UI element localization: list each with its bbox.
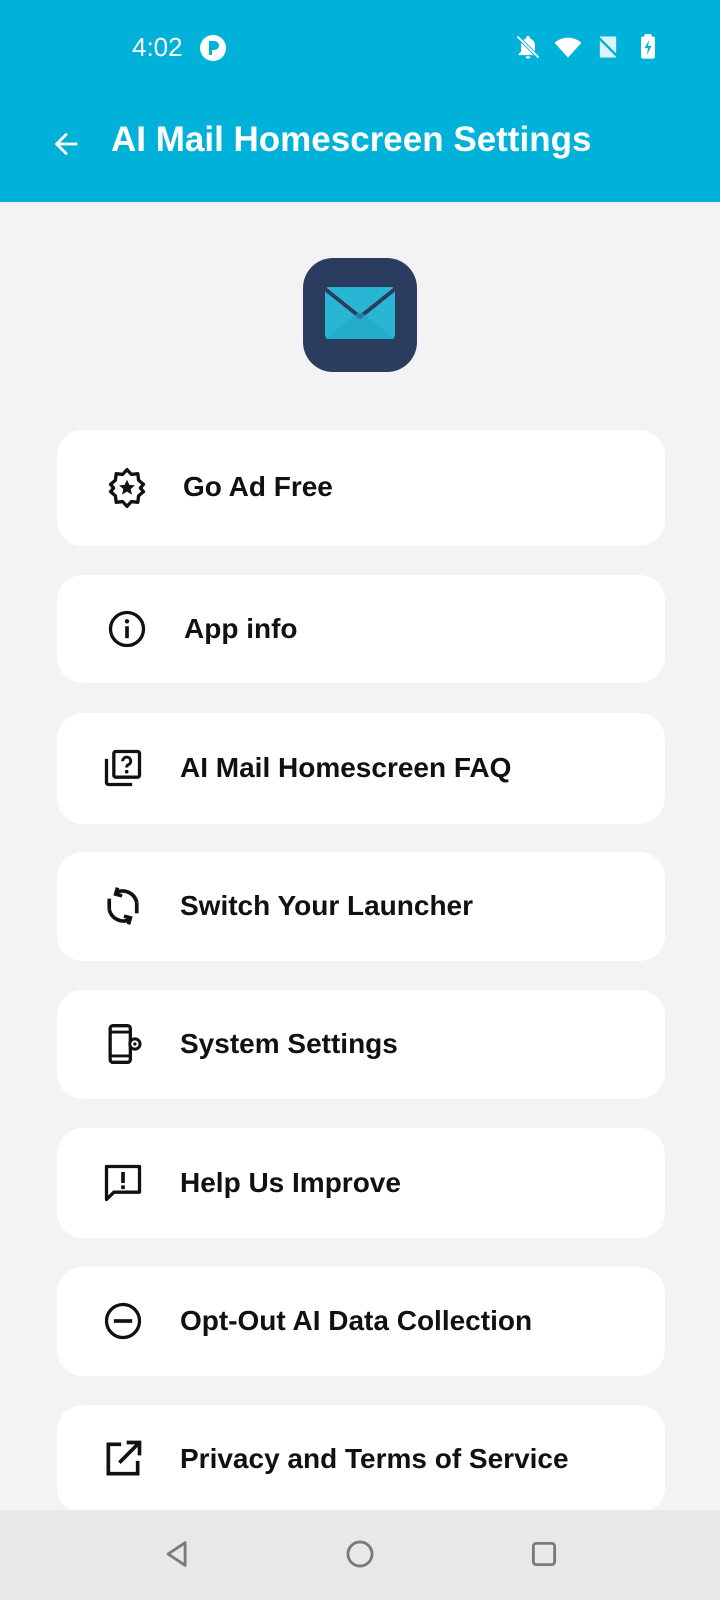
- minus-circle-icon: [99, 1297, 147, 1345]
- battery-charging-icon: [634, 33, 662, 66]
- badge-star-icon: [103, 464, 151, 512]
- menu-item-help-us-improve[interactable]: Help Us Improve: [57, 1128, 665, 1238]
- status-bar: 4:02: [0, 0, 720, 96]
- feedback-icon: [99, 1159, 147, 1207]
- sync-icon: [99, 882, 147, 930]
- notifications-muted-icon: [514, 33, 542, 66]
- menu-item-label: AI Mail Homescreen FAQ: [180, 752, 512, 783]
- open-external-icon: [99, 1435, 147, 1483]
- status-app-icon: [199, 34, 227, 62]
- back-button[interactable]: [38, 118, 94, 174]
- no-sim-icon: [594, 33, 622, 66]
- nav-back-button[interactable]: [152, 1530, 204, 1582]
- recents-nav-icon: [527, 1537, 561, 1576]
- back-nav-icon: [161, 1537, 195, 1576]
- menu-item-faq[interactable]: AI Mail Homescreen FAQ: [57, 713, 665, 824]
- menu-item-switch-launcher[interactable]: Switch Your Launcher: [57, 852, 665, 961]
- home-nav-icon: [343, 1537, 377, 1576]
- menu-item-label: Switch Your Launcher: [180, 890, 474, 921]
- phone-settings-icon: [99, 1020, 147, 1068]
- nav-recents-button[interactable]: [518, 1530, 570, 1582]
- info-icon: [103, 605, 151, 653]
- arrow-back-icon: [49, 127, 83, 166]
- nav-home-button[interactable]: [334, 1530, 386, 1582]
- toolbar: AI Mail Homescreen Settings: [0, 96, 720, 202]
- wifi-icon: [554, 33, 582, 66]
- mail-icon: [323, 286, 397, 344]
- menu-item-opt-out[interactable]: Opt-Out AI Data Collection: [57, 1267, 665, 1376]
- system-nav-bar: [0, 1510, 720, 1600]
- menu-item-go-ad-free[interactable]: Go Ad Free: [57, 430, 665, 546]
- menu-item-label: Go Ad Free: [183, 471, 333, 502]
- status-time: 4:02: [132, 32, 183, 62]
- menu-item-app-info[interactable]: App info: [57, 575, 665, 683]
- menu-item-label: App info: [184, 613, 298, 644]
- menu-item-label: System Settings: [180, 1028, 398, 1059]
- menu-item-label: Privacy and Terms of Service: [180, 1443, 569, 1474]
- page-title: AI Mail Homescreen Settings: [111, 120, 592, 159]
- menu-item-system-settings[interactable]: System Settings: [57, 990, 665, 1099]
- menu-item-label: Help Us Improve: [180, 1167, 401, 1198]
- menu-item-label: Opt-Out AI Data Collection: [180, 1305, 533, 1336]
- app-logo: [303, 258, 417, 372]
- menu-item-privacy-terms[interactable]: Privacy and Terms of Service: [57, 1405, 665, 1513]
- faq-icon: [99, 744, 147, 792]
